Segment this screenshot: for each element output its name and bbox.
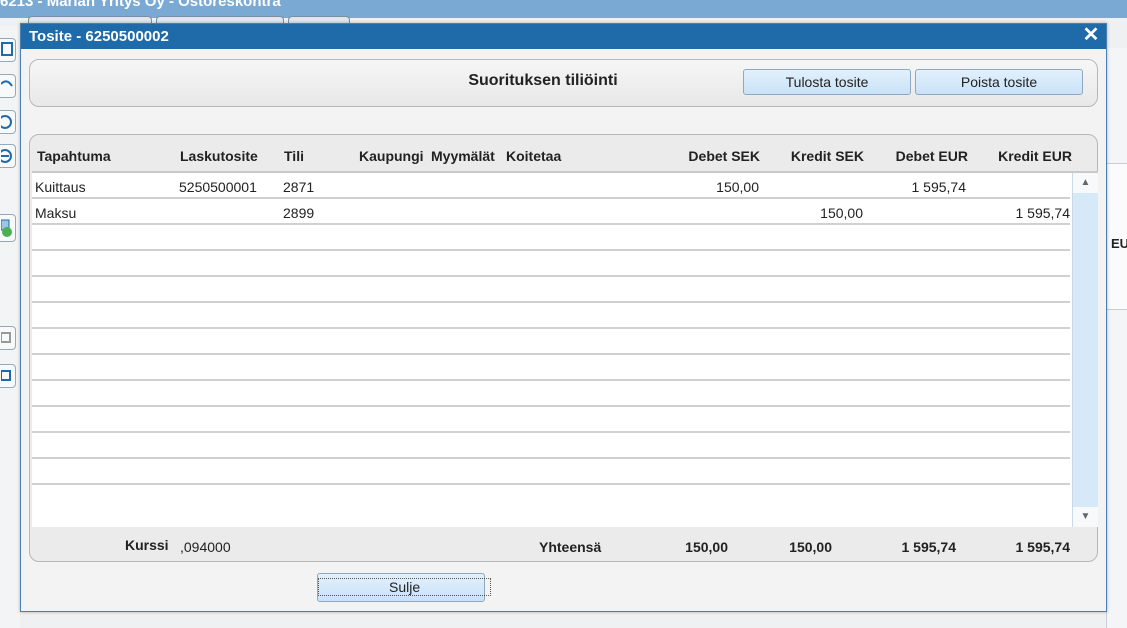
- column-header-tapahtuma[interactable]: Tapahtuma: [37, 148, 111, 164]
- empty-row[interactable]: [32, 303, 1070, 329]
- entries-grid: Tapahtuma Laskutosite Tili Kaupungi Myym…: [29, 134, 1098, 562]
- background-panel: EU: [1106, 48, 1127, 628]
- close-icon[interactable]: ✕: [1082, 25, 1100, 45]
- column-header-myymalat[interactable]: Myymälät: [431, 148, 495, 164]
- copy-button[interactable]: [0, 326, 16, 350]
- add-document-button[interactable]: [0, 214, 16, 242]
- scroll-down-icon[interactable]: ▼: [1073, 507, 1098, 527]
- column-header-debet-sek[interactable]: Debet SEK: [688, 148, 760, 164]
- background-column-label: EU: [1111, 236, 1127, 251]
- total-debet-sek: 150,00: [685, 539, 728, 555]
- left-toolbar: [0, 26, 20, 628]
- total-debet-eur: 1 595,74: [901, 539, 957, 555]
- empty-row[interactable]: [32, 459, 1070, 485]
- column-header-koitetaa[interactable]: Koitetaa: [506, 148, 561, 164]
- totals-row: Kurssi ,094000 Yhteensä 150,00 150,00 1 …: [30, 527, 1097, 561]
- empty-row[interactable]: [32, 251, 1070, 277]
- add-document-icon: [1, 219, 12, 237]
- voucher-dialog: Tosite - 6250500002 ✕ Suorituksen tiliöi…: [20, 23, 1107, 612]
- cell-debet-eur: 1 595,74: [911, 179, 967, 195]
- cell-debet-sek: 150,00: [716, 179, 759, 195]
- save-icon: [1, 42, 13, 56]
- kurssi-value: ,094000: [180, 539, 231, 555]
- save-button[interactable]: [0, 38, 16, 62]
- empty-row[interactable]: [32, 407, 1070, 433]
- empty-row[interactable]: [32, 277, 1070, 303]
- column-header-debet-eur[interactable]: Debet EUR: [896, 148, 968, 164]
- paste-icon: [1, 370, 11, 381]
- empty-row[interactable]: [32, 355, 1070, 381]
- arrow-right-circle-icon: [1, 115, 12, 129]
- undo-button[interactable]: [0, 74, 16, 98]
- column-header-laskutosite[interactable]: Laskutosite: [180, 148, 258, 164]
- close-button-label: Sulje: [318, 578, 492, 596]
- cell-tili: 2899: [283, 205, 315, 221]
- column-header-kredit-sek[interactable]: Kredit SEK: [791, 148, 864, 164]
- table-row[interactable]: Maksu 2899 150,00 1 595,74: [32, 199, 1070, 225]
- delete-voucher-button[interactable]: Poista tosite: [915, 69, 1083, 95]
- total-kredit-sek: 150,00: [789, 539, 832, 555]
- empty-row[interactable]: [32, 381, 1070, 407]
- undo-icon: [1, 80, 13, 87]
- dialog-header: Tosite - 6250500002 ✕: [21, 24, 1106, 49]
- total-kredit-eur: 1 595,74: [1015, 539, 1071, 555]
- cell-tili: 2871: [283, 179, 315, 195]
- grid-header: Tapahtuma Laskutosite Tili Kaupungi Myym…: [30, 135, 1097, 171]
- column-header-tili[interactable]: Tili: [284, 148, 304, 164]
- forward-button[interactable]: [0, 110, 16, 134]
- cell-tapahtuma: Kuittaus: [35, 179, 86, 195]
- remove-button[interactable]: [0, 144, 16, 168]
- column-header-kredit-eur[interactable]: Kredit EUR: [998, 148, 1072, 164]
- paste-button[interactable]: [0, 364, 16, 388]
- heading-panel: Suorituksen tiliöinti Tulosta tosite Poi…: [29, 59, 1098, 107]
- cell-kredit-eur: 1 595,74: [1015, 205, 1071, 221]
- copy-icon: [1, 332, 11, 343]
- empty-row[interactable]: [32, 329, 1070, 355]
- empty-row[interactable]: [32, 433, 1070, 459]
- cell-laskutosite: 5250500001: [179, 179, 257, 195]
- app-title: 6213 - Marian Yritys Oy - Ostoreskontra: [0, 0, 281, 10]
- close-button[interactable]: Sulje: [317, 573, 492, 602]
- cell-tapahtuma: Maksu: [35, 205, 77, 221]
- scroll-up-icon[interactable]: ▲: [1073, 173, 1098, 193]
- minus-circle-icon: [1, 149, 12, 163]
- empty-row[interactable]: [32, 485, 1070, 511]
- total-label: Yhteensä: [539, 539, 602, 555]
- print-voucher-button[interactable]: Tulosta tosite: [743, 69, 911, 95]
- cell-kredit-sek: 150,00: [820, 205, 863, 221]
- grid-body: Kuittaus 5250500001 2871 150,00 1 595,74…: [32, 171, 1098, 527]
- kurssi-label: Kurssi: [125, 537, 169, 553]
- table-row[interactable]: Kuittaus 5250500001 2871 150,00 1 595,74: [32, 173, 1070, 199]
- column-header-kaupungi[interactable]: Kaupungi: [359, 148, 424, 164]
- empty-row[interactable]: [32, 225, 1070, 251]
- dialog-title: Tosite - 6250500002: [29, 28, 169, 45]
- vertical-scrollbar[interactable]: ▲ ▼: [1072, 173, 1098, 527]
